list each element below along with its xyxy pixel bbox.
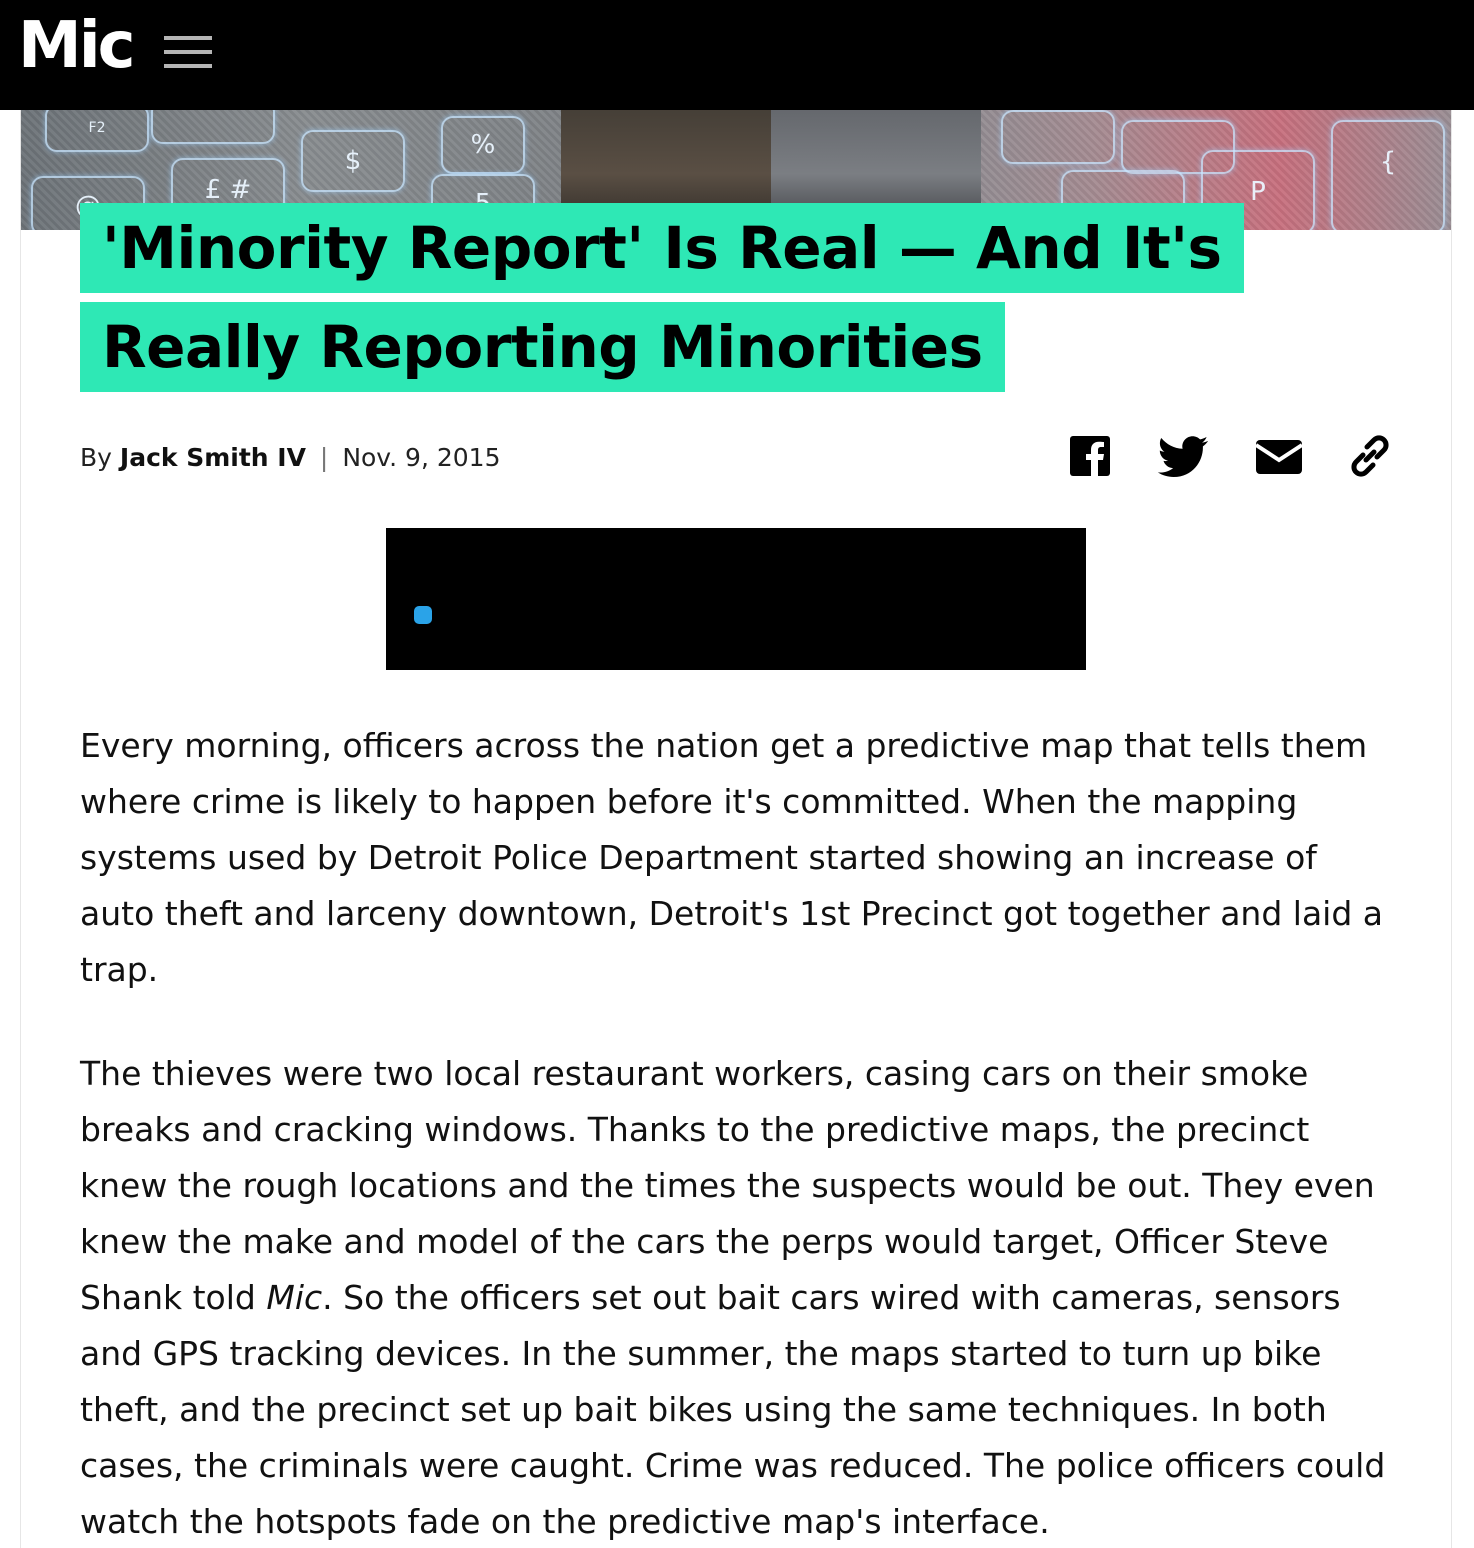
hero-key-label: % — [470, 130, 496, 160]
share-link-button[interactable] — [1346, 432, 1394, 480]
hamburger-menu-icon[interactable] — [160, 34, 216, 74]
paragraph: Every morning, officers across the natio… — [80, 726, 1384, 989]
hero-key: F2 — [45, 110, 149, 152]
publish-date: Nov. 9, 2015 — [342, 443, 501, 472]
email-icon — [1254, 440, 1304, 474]
byline-separator: | — [319, 443, 329, 472]
headline-line-2: Really Reporting Minorities — [80, 302, 1005, 392]
share-facebook-button[interactable] — [1068, 432, 1112, 480]
paragraph-text: . So the officers set out bait cars wire… — [80, 1278, 1386, 1541]
article-headline: 'Minority Report' Is Real — And It's Rea… — [80, 200, 1380, 398]
hero-key — [1001, 110, 1115, 164]
publication-name: Mic — [266, 1278, 323, 1317]
article-body: Every morning, officers across the natio… — [80, 718, 1400, 1548]
byline-prefix: By — [80, 443, 112, 472]
hero-key-label: { — [1379, 147, 1397, 177]
hero-key-label: $ — [344, 146, 362, 176]
top-nav-bar: Mic — [0, 0, 1474, 110]
author-link[interactable]: Jack Smith IV — [120, 443, 306, 472]
menu-line — [164, 36, 212, 40]
menu-line — [164, 50, 212, 54]
twitter-icon — [1157, 436, 1208, 477]
video-loading-indicator — [414, 606, 432, 624]
video-player[interactable] — [386, 528, 1086, 670]
byline: By Jack Smith IV | Nov. 9, 2015 — [80, 438, 500, 478]
share-twitter-button[interactable] — [1156, 432, 1210, 480]
facebook-icon — [1070, 436, 1110, 476]
mic-logo[interactable]: Mic — [18, 6, 136, 86]
headline-line-1: 'Minority Report' Is Real — And It's — [80, 203, 1244, 293]
hero-key: $ — [301, 130, 405, 192]
link-icon — [1351, 435, 1389, 477]
hero-key — [151, 110, 275, 144]
hero-key: % — [441, 116, 525, 174]
paragraph: The thieves were two local restaurant wo… — [80, 1046, 1400, 1548]
hero-key-label: F2 — [88, 120, 106, 136]
menu-line — [164, 64, 212, 68]
share-email-button[interactable] — [1254, 432, 1304, 480]
